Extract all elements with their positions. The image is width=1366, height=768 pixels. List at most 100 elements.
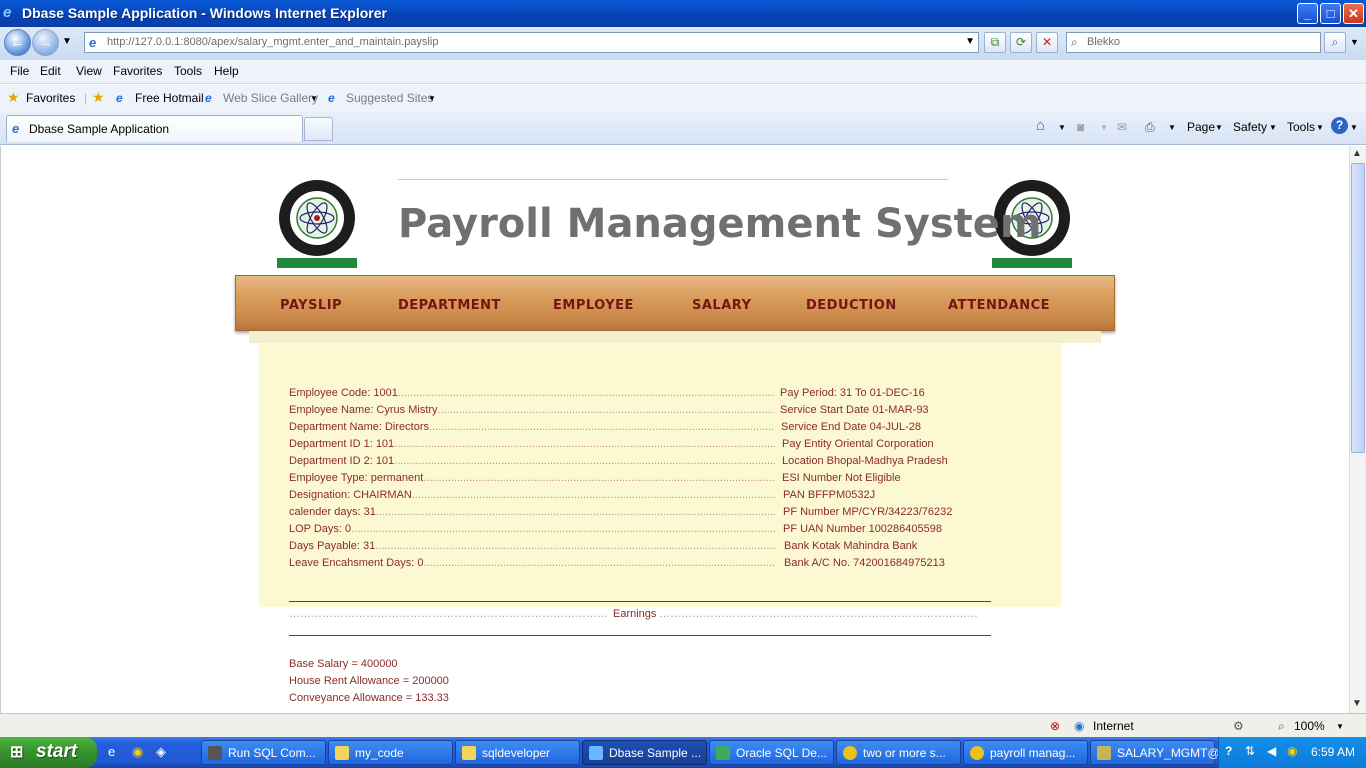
- zone-settings-icon[interactable]: ⚙: [1233, 719, 1244, 733]
- close-button[interactable]: ✕: [1343, 3, 1364, 24]
- menu-view[interactable]: View: [76, 64, 102, 78]
- dot-leader: ........................................…: [423, 557, 775, 569]
- refresh-button[interactable]: ⟳: [1010, 32, 1032, 53]
- zoom-level[interactable]: 100%: [1294, 719, 1325, 733]
- payslip-left-field: Employee Name: Cyrus Mistry ............…: [289, 404, 775, 416]
- dot-leader: ........................................…: [394, 455, 775, 467]
- menu-file[interactable]: File: [10, 64, 29, 78]
- home-icon[interactable]: ⌂: [1036, 117, 1045, 134]
- taskbar-item-two-or-more[interactable]: two or more s...: [836, 740, 961, 765]
- earning-conveyance: Conveyance Allowance = 133.33: [289, 692, 449, 704]
- compatibility-view-button[interactable]: ⧉: [984, 32, 1006, 53]
- search-options-icon[interactable]: ▼: [1350, 37, 1359, 47]
- suggested-sites-link[interactable]: Suggested Sites: [346, 91, 433, 105]
- taskbar: ⊞ start e ◉ ◈ Run SQL Com... my_code sql…: [0, 737, 1366, 768]
- chrome-icon: [970, 746, 984, 760]
- dot-leader: ........................................…: [423, 472, 775, 484]
- taskbar-item-oracle-sql-dev[interactable]: Oracle SQL De...: [709, 740, 834, 765]
- taskbar-item-dbase-sample[interactable]: Dbase Sample ...: [582, 740, 707, 765]
- menu-edit[interactable]: Edit: [40, 64, 61, 78]
- payslip-right-field: Pay Period: 31 To 01-DEC-16: [780, 387, 925, 399]
- chrome-tray-icon[interactable]: ◉: [1287, 744, 1297, 758]
- nav-salary[interactable]: SALARY: [692, 298, 751, 313]
- feeds-dropdown-icon[interactable]: ▼: [1100, 123, 1108, 132]
- add-favorites-icon[interactable]: ★: [92, 89, 105, 106]
- safety-menu[interactable]: Safety: [1233, 120, 1267, 134]
- menu-favorites[interactable]: Favorites: [113, 64, 162, 78]
- stop-button[interactable]: ✕: [1036, 32, 1058, 53]
- print-dropdown-icon[interactable]: ▼: [1168, 123, 1176, 132]
- vertical-scrollbar[interactable]: ▲ ▼: [1349, 146, 1366, 713]
- safety-dropdown-icon[interactable]: ▼: [1269, 123, 1277, 132]
- payslip-right-field: Service Start Date 01-MAR-93: [780, 404, 929, 416]
- recent-pages-dropdown-icon[interactable]: ▼: [62, 36, 72, 47]
- home-dropdown-icon[interactable]: ▼: [1058, 123, 1066, 132]
- help-icon[interactable]: ?: [1331, 117, 1348, 134]
- address-input[interactable]: e http://127.0.0.1:8080/apex/salary_mgmt…: [84, 32, 979, 53]
- search-button[interactable]: ⌕: [1324, 32, 1346, 53]
- payslip-left-field: Employee Code: 1001 ....................…: [289, 387, 775, 399]
- zoom-dropdown-icon[interactable]: ▼: [1336, 722, 1344, 731]
- page-dropdown-icon[interactable]: ▼: [1215, 123, 1223, 132]
- search-input[interactable]: ⌕ Blekko: [1066, 32, 1321, 53]
- nav-department[interactable]: DEPARTMENT: [398, 298, 501, 313]
- earnings-bottom-rule: [289, 635, 991, 636]
- menu-tools[interactable]: Tools: [174, 64, 202, 78]
- help-tray-icon[interactable]: ?: [1225, 744, 1232, 758]
- dot-leader: ........................................…: [429, 421, 775, 433]
- app-quicklaunch-icon[interactable]: ◈: [156, 744, 166, 760]
- status-bar: ⊗ ◉ Internet ⚙ ⌕ 100% ▼: [0, 713, 1366, 737]
- hotmail-page-icon: e: [116, 91, 123, 105]
- network-tray-icon[interactable]: ⇅: [1245, 744, 1255, 758]
- search-placeholder: Blekko: [1087, 36, 1121, 48]
- suggested-page-icon: e: [328, 91, 335, 105]
- new-tab-button[interactable]: [304, 117, 333, 141]
- page-menu[interactable]: Page: [1187, 120, 1215, 134]
- payslip-right-field: ESI Number Not Eligible: [782, 472, 901, 484]
- taskbar-item-sqldeveloper[interactable]: sqldeveloper: [455, 740, 580, 765]
- payslip-left-field: Employee Type: permanent ...............…: [289, 472, 775, 484]
- start-button[interactable]: ⊞ start: [0, 737, 97, 768]
- print-icon[interactable]: ⎙: [1145, 120, 1155, 135]
- back-button[interactable]: ←: [4, 29, 31, 56]
- refresh-icon: ⟳: [1015, 35, 1027, 49]
- payslip-left-field: LOP Days: 0 ............................…: [289, 523, 775, 535]
- favorites-button[interactable]: Favorites: [26, 91, 75, 105]
- scroll-down-icon[interactable]: ▼: [1352, 698, 1362, 709]
- taskbar-item-my-code[interactable]: my_code: [328, 740, 453, 765]
- scroll-up-icon[interactable]: ▲: [1352, 148, 1362, 159]
- suggested-dropdown-icon[interactable]: ▼: [428, 94, 436, 103]
- search-provider-icon: ⌕: [1071, 35, 1078, 49]
- nav-attendance[interactable]: ATTENDANCE: [948, 298, 1050, 313]
- help-dropdown-icon[interactable]: ▼: [1350, 123, 1358, 132]
- mail-icon[interactable]: ✉: [1117, 120, 1127, 134]
- chrome-quicklaunch-icon[interactable]: ◉: [132, 744, 143, 760]
- back-tray-icon[interactable]: ◀: [1267, 744, 1276, 758]
- taskbar-item-payroll[interactable]: payroll manag...: [963, 740, 1088, 765]
- nav-payslip[interactable]: PAYSLIP: [280, 298, 342, 313]
- tab-dbase-sample-application[interactable]: e Dbase Sample Application: [6, 115, 303, 142]
- dot-leader: ........................................…: [375, 540, 775, 552]
- nav-employee[interactable]: EMPLOYEE: [553, 298, 634, 313]
- chrome-icon: [843, 746, 857, 760]
- maximize-button[interactable]: □: [1320, 3, 1341, 24]
- forward-button[interactable]: →: [32, 29, 59, 56]
- feeds-icon[interactable]: ◙: [1077, 120, 1084, 134]
- taskbar-item-run-sql[interactable]: Run SQL Com...: [201, 740, 326, 765]
- sqldev-icon: [716, 746, 730, 760]
- ie-quicklaunch-icon[interactable]: e: [108, 744, 115, 759]
- window-title: Dbase Sample Application - Windows Inter…: [22, 5, 387, 21]
- minimize-button[interactable]: _: [1297, 3, 1318, 24]
- webslice-dropdown-icon[interactable]: ▼: [310, 94, 318, 103]
- web-slice-gallery-link[interactable]: Web Slice Gallery: [223, 91, 318, 105]
- nav-deduction[interactable]: DEDUCTION: [806, 298, 897, 313]
- payslip-left-field: calender days: 31 ......................…: [289, 506, 775, 518]
- menu-help[interactable]: Help: [214, 64, 239, 78]
- folder-icon: [462, 746, 476, 760]
- taskbar-item-salary-mgmt[interactable]: SALARY_MGMT@: [1090, 740, 1220, 765]
- tools-menu[interactable]: Tools: [1287, 120, 1315, 134]
- scroll-thumb[interactable]: [1351, 163, 1365, 453]
- address-dropdown-icon[interactable]: ▼: [965, 36, 975, 47]
- tools-dropdown-icon[interactable]: ▼: [1316, 123, 1324, 132]
- free-hotmail-link[interactable]: Free Hotmail: [135, 91, 204, 105]
